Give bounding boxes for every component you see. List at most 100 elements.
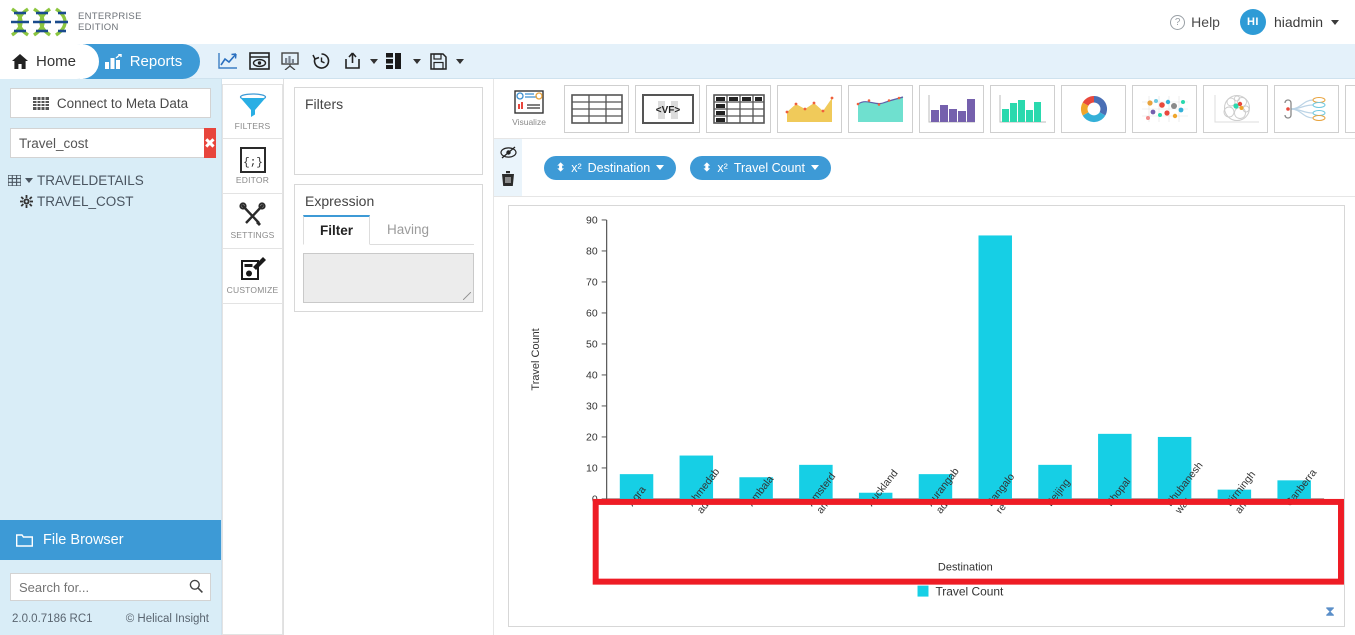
- layout-columns-icon[interactable]: [381, 47, 409, 75]
- search-icon[interactable]: [189, 579, 203, 596]
- chart-type-dendrogram[interactable]: [1274, 84, 1339, 133]
- rail-filler: [222, 304, 283, 635]
- spline-area-chart-icon: [856, 95, 903, 122]
- chip-travel-count[interactable]: ⬍ x² Travel Count: [690, 155, 831, 180]
- breadcrumb-reports[interactable]: Reports: [82, 43, 201, 79]
- code-braces-icon: {;}: [239, 147, 266, 173]
- bar-histogram-icon: [999, 94, 1046, 122]
- y-tick-label: 40: [586, 370, 598, 381]
- chart-type-histogram[interactable]: [990, 84, 1055, 133]
- chart-type-area[interactable]: [777, 84, 842, 133]
- presentation-chart-icon[interactable]: [276, 47, 304, 75]
- chart-type-table[interactable]: [564, 84, 629, 133]
- chevron-down-icon: [1331, 19, 1339, 25]
- line-chart-icon[interactable]: [214, 47, 242, 75]
- edition-text: ENTERPRISE EDITION: [78, 11, 142, 33]
- y-tick-label: 20: [586, 432, 598, 443]
- chevron-down-icon[interactable]: [810, 165, 819, 170]
- chip-destination[interactable]: ⬍ x² Destination: [544, 155, 677, 180]
- rail-item-editor[interactable]: {;} EDITOR: [222, 139, 283, 194]
- donut-chart-icon: [1080, 95, 1107, 122]
- gear-icon: [20, 195, 33, 208]
- chart-card: 0 10 20 30 40 50 60 70 80 90 Travel Count Agra Ahmed…: [508, 205, 1345, 627]
- chart-type-vf[interactable]: <VF>: [635, 84, 700, 133]
- edition-line-1: ENTERPRISE: [78, 11, 142, 22]
- svg-text:<VF>: <VF>: [655, 105, 680, 116]
- y-tick-label: 80: [586, 246, 598, 257]
- visualize-button[interactable]: Visualize: [500, 84, 558, 133]
- chart-type-spline-area[interactable]: [848, 84, 913, 133]
- area-chart-icon: [785, 96, 833, 122]
- y-axis-title: Travel Count: [530, 328, 542, 390]
- rail-item-customize[interactable]: CUSTOMIZE: [222, 249, 283, 304]
- version-text: 2.0.0.7186 RC1: [12, 613, 93, 625]
- visualize-icon: [514, 90, 544, 114]
- clear-search-button[interactable]: ✖: [204, 128, 216, 158]
- file-browser-label: File Browser: [43, 532, 124, 548]
- help-button[interactable]: ? Help: [1170, 14, 1220, 30]
- chevron-down-icon[interactable]: [25, 178, 33, 183]
- expression-panel: Expression Filter Having: [294, 184, 483, 312]
- chevron-down-icon[interactable]: [456, 58, 465, 64]
- sort-toggle-icon: ⬍: [556, 162, 566, 174]
- edition-line-2: EDITION: [78, 22, 119, 33]
- tab-having[interactable]: Having: [370, 215, 446, 244]
- export-share-icon[interactable]: [338, 47, 366, 75]
- legend-swatch: [917, 585, 929, 597]
- breadcrumb-home[interactable]: Home: [0, 43, 95, 79]
- expression-textarea[interactable]: [303, 253, 474, 303]
- bar[interactable]: [978, 235, 1012, 499]
- chips-container: ⬍ x² Destination ⬍ x² Travel Count: [522, 139, 831, 196]
- top-bar: ENTERPRISE EDITION ? Help HI hiadmin: [0, 0, 1355, 44]
- rail-label: CUSTOMIZE: [226, 285, 279, 295]
- connect-to-meta-data-button[interactable]: Connect to Meta Data: [10, 88, 211, 118]
- helical-dna-logo-icon: [10, 7, 68, 37]
- rail-label: EDITOR: [235, 175, 270, 185]
- trash-icon[interactable]: [501, 170, 515, 190]
- chart-type-packed-circle[interactable]: [1203, 84, 1268, 133]
- rail-item-settings[interactable]: SETTINGS: [222, 194, 283, 249]
- chart-type-column[interactable]: [919, 84, 984, 133]
- bubble-chart-icon: [1141, 95, 1188, 122]
- vf-icon: <VF>: [641, 93, 694, 124]
- y-tick-label: 50: [586, 339, 598, 350]
- legend-label[interactable]: Travel Count: [935, 585, 1004, 599]
- metadata-search-input[interactable]: [10, 128, 204, 158]
- funnel-icon: [239, 92, 266, 117]
- history-clock-icon[interactable]: [307, 47, 335, 75]
- chevron-down-icon[interactable]: [413, 58, 422, 64]
- pivot-table-icon: [712, 93, 765, 124]
- avatar: HI: [1239, 9, 1266, 35]
- question-circle-icon: ?: [1170, 14, 1186, 30]
- tree-node-travel-cost[interactable]: TRAVEL_COST: [6, 191, 215, 212]
- tree-node-traveldetails[interactable]: TRAVELDETAILS: [6, 170, 215, 191]
- chip-prefix: x²: [571, 160, 582, 175]
- preview-eye-icon[interactable]: [245, 47, 273, 75]
- chart-type-bubble[interactable]: [1132, 84, 1197, 133]
- table-icon: [8, 175, 21, 186]
- chevron-down-icon[interactable]: [656, 165, 665, 170]
- metadata-search-row: ✖: [10, 128, 216, 158]
- hourglass-icon[interactable]: ⧗: [1325, 603, 1335, 620]
- expression-tabs: Filter Having: [303, 215, 474, 245]
- x-axis-title: Destination: [938, 562, 993, 574]
- nav-icon-group: [214, 47, 465, 75]
- search-input[interactable]: [10, 573, 211, 601]
- file-browser-button[interactable]: File Browser: [0, 520, 221, 560]
- main-area: Connect to Meta Data ✖ TRAVELDETAILS: [0, 79, 1355, 635]
- save-disk-icon[interactable]: [424, 47, 452, 75]
- bar-chart-plot[interactable]: 0102030405060708090Travel CountAgra Ahmed…: [509, 206, 1344, 609]
- content-area: Visualize <VF> ⬍ x² Destination ⬍ x² Tra…: [494, 79, 1355, 635]
- filters-panel: Filters: [294, 87, 483, 175]
- breadcrumb-reports-label: Reports: [129, 52, 183, 70]
- chart-type-donut[interactable]: [1061, 84, 1126, 133]
- chevron-down-icon[interactable]: [370, 58, 379, 64]
- rail-item-filters[interactable]: FILTERS: [222, 84, 283, 139]
- folder-icon: [16, 534, 33, 547]
- hide-eye-icon[interactable]: [499, 146, 517, 162]
- tab-filter[interactable]: Filter: [303, 215, 371, 245]
- tools-icon: [238, 202, 266, 226]
- user-menu[interactable]: HI hiadmin: [1239, 9, 1339, 35]
- chart-type-pivot-table[interactable]: [706, 84, 771, 133]
- chart-type-grouped-column[interactable]: [1345, 84, 1355, 133]
